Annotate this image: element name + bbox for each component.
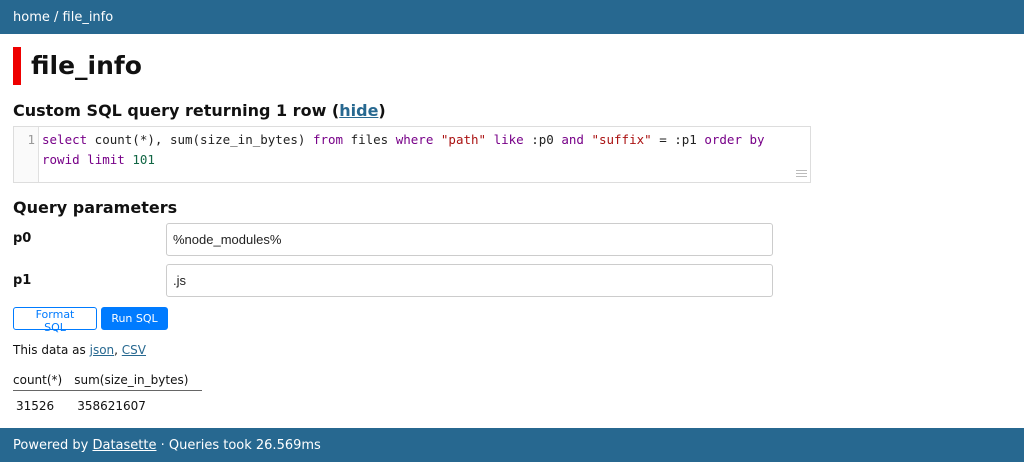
export-prefix: This data as bbox=[13, 343, 90, 357]
footer-bar: Powered by Datasette · Queries took 26.5… bbox=[0, 428, 1024, 462]
page-title: file_info bbox=[13, 47, 142, 85]
editor-gutter: 1 bbox=[14, 127, 39, 182]
run-sql-button[interactable]: Run SQL bbox=[101, 307, 168, 330]
results-table: count(*) sum(size_in_bytes) 31526 358621… bbox=[13, 370, 203, 415]
param-label-p1: p1 bbox=[13, 273, 32, 288]
top-nav-bar: home / file_info bbox=[0, 0, 1024, 34]
export-separator: , bbox=[114, 343, 122, 357]
footer-prefix: Powered by bbox=[13, 438, 93, 453]
param-input-p1[interactable] bbox=[166, 264, 773, 297]
hide-sql-link[interactable]: hide bbox=[339, 101, 378, 120]
export-links: This data as json, CSV bbox=[13, 342, 146, 358]
breadcrumb-current-link[interactable]: file_info bbox=[63, 10, 114, 25]
format-sql-button[interactable]: Format SQL bbox=[13, 307, 97, 334]
column-header-sum-size: sum(size_in_bytes) bbox=[74, 370, 203, 391]
breadcrumb-home-link[interactable]: home bbox=[13, 10, 50, 25]
table-row: 31526 358621607 bbox=[13, 391, 202, 415]
results-header-row: count(*) sum(size_in_bytes) bbox=[13, 370, 203, 391]
cell-sum-size: 358621607 bbox=[77, 399, 146, 413]
column-header-count: count(*) bbox=[13, 370, 75, 391]
sql-heading-text: Custom SQL query returning 1 row ( bbox=[13, 101, 340, 120]
export-csv-link[interactable]: CSV bbox=[122, 343, 146, 357]
param-label-p0: p0 bbox=[13, 231, 32, 246]
resize-grip-icon[interactable] bbox=[796, 170, 807, 179]
param-input-p0[interactable] bbox=[166, 223, 773, 256]
query-parameters-heading: Query parameters bbox=[13, 198, 178, 217]
sql-editor[interactable]: 1 select count(*), sum(size_in_bytes) fr… bbox=[13, 126, 811, 183]
cell-count: 31526 bbox=[16, 399, 55, 413]
export-json-link[interactable]: json bbox=[90, 343, 115, 357]
datasette-link[interactable]: Datasette bbox=[92, 438, 156, 453]
line-number: 1 bbox=[27, 132, 35, 147]
footer-timing: · Queries took 26.569ms bbox=[156, 438, 321, 453]
sql-section-heading: Custom SQL query returning 1 row (hide) bbox=[13, 101, 386, 121]
breadcrumb-separator: / bbox=[49, 10, 63, 25]
sql-code[interactable]: select count(*), sum(size_in_bytes) from… bbox=[42, 130, 800, 170]
sql-heading-close: ) bbox=[378, 101, 386, 120]
